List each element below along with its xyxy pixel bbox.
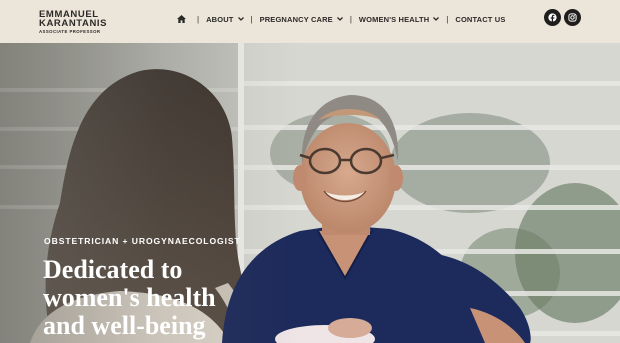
nav-about[interactable]: ABOUT bbox=[206, 14, 244, 24]
home-icon bbox=[176, 15, 186, 23]
nav-contact-us[interactable]: CONTACT US bbox=[455, 15, 505, 24]
hero-headline-line-1: Dedicated to bbox=[43, 255, 183, 284]
nav-pregnancy-care[interactable]: PREGNANCY CARE bbox=[260, 15, 343, 24]
facebook-icon bbox=[548, 13, 557, 22]
hero-eyebrow: OBSTETRICIAN + UROGYNAECOLOGIST bbox=[44, 236, 241, 246]
main-nav: | ABOUT | PREGNANCY CARE | WOMEN'S HEALT… bbox=[172, 12, 505, 26]
hero-headline: Dedicated to women's health and well-bei… bbox=[43, 256, 273, 340]
nav-pregnancy-care-label: PREGNANCY CARE bbox=[259, 14, 333, 24]
nav-separator: | bbox=[250, 14, 253, 24]
nav-home-link[interactable] bbox=[172, 12, 190, 26]
instagram-link[interactable] bbox=[564, 9, 581, 26]
hero-headline-line-2: women's health bbox=[43, 283, 216, 312]
hero-section: OBSTETRICIAN + UROGYNAECOLOGIST Dedicate… bbox=[0, 43, 620, 343]
hero-headline-line-3: and well-being bbox=[43, 311, 206, 340]
facebook-link[interactable] bbox=[544, 9, 561, 26]
nav-separator: | bbox=[446, 14, 449, 24]
nav-womens-health[interactable]: WOMEN'S HEALTH bbox=[358, 14, 440, 24]
nav-womens-health-label: WOMEN'S HEALTH bbox=[358, 14, 430, 24]
logo-subtitle: ASSOCIATE PROFESSOR bbox=[39, 29, 101, 34]
nav-contact-us-label: CONTACT US bbox=[455, 14, 506, 24]
chevron-down-icon bbox=[433, 17, 440, 21]
nav-about-label: ABOUT bbox=[206, 14, 234, 24]
nav-separator: | bbox=[197, 14, 200, 24]
site-logo[interactable]: EMMANUEL KARANTANIS ASSOCIATE PROFESSOR bbox=[39, 10, 109, 36]
site-header: EMMANUEL KARANTANIS ASSOCIATE PROFESSOR … bbox=[0, 0, 620, 44]
instagram-icon bbox=[568, 13, 577, 22]
nav-separator: | bbox=[349, 14, 352, 24]
chevron-down-icon bbox=[237, 17, 244, 21]
logo-line-2: KARANTANIS bbox=[39, 18, 108, 29]
chevron-down-icon bbox=[336, 17, 343, 21]
